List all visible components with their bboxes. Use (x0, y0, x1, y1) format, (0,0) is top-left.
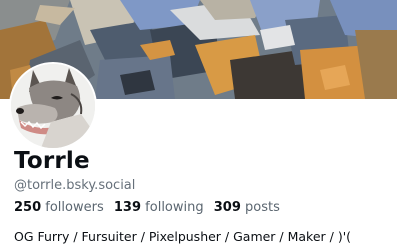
following-label: following (145, 200, 204, 215)
display-name: Torrle (14, 148, 90, 174)
posts-count: 309 (213, 200, 241, 215)
avatar[interactable] (9, 62, 97, 150)
following-count: 139 (113, 200, 142, 215)
profile-stats: 250 followers 139 following 309 posts (14, 199, 286, 217)
followers-link[interactable]: 250 followers (14, 200, 104, 215)
posts-stat: 309 posts (214, 200, 280, 215)
wolf-avatar-image (11, 64, 95, 148)
followers-label: followers (45, 200, 104, 215)
following-link[interactable]: 139 following (114, 200, 204, 215)
profile-bio: OG Furry / Fursuiter / Pixelpusher / Gam… (14, 229, 352, 244)
followers-count: 250 (14, 200, 42, 215)
profile-handle: @torrle.bsky.social (14, 178, 136, 193)
posts-label: posts (245, 200, 280, 215)
